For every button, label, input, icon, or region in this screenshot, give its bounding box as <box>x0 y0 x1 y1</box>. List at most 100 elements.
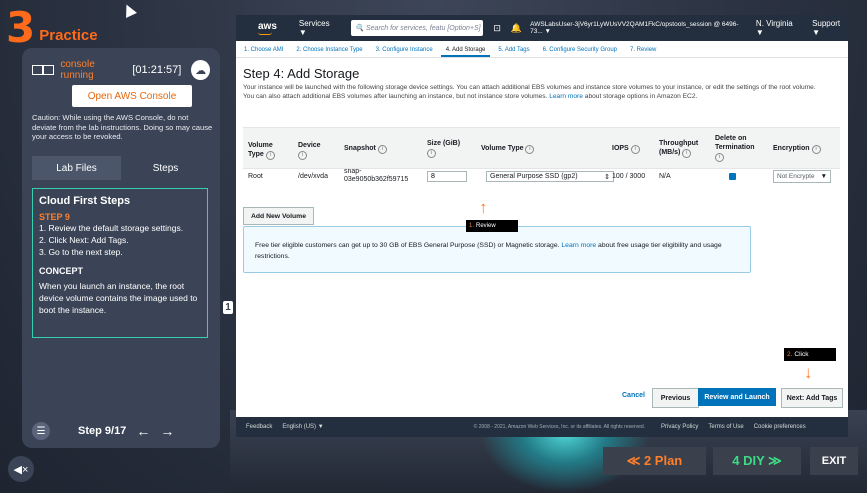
service-search-input[interactable]: 🔍 Search for services, featu [Option+S] <box>351 20 484 36</box>
feedback-link[interactable]: Feedback <box>246 424 272 430</box>
wizard-step-7[interactable]: 7. Review <box>625 47 661 57</box>
exit-button[interactable]: EXIT <box>810 447 858 475</box>
info-icon[interactable]: i <box>630 145 640 154</box>
info-icon[interactable]: i <box>377 145 387 154</box>
account-menu[interactable]: AWSLabsUser-3jV6yr1LyWUsVV2QAM1FkC/opsto… <box>530 21 746 35</box>
col-label: Device <box>298 142 321 149</box>
col-label: Size (GiB) <box>427 140 461 147</box>
callout-text: Review <box>476 223 496 229</box>
table-row: Root /dev/xvda snap-03e9050b362f59715 Ge… <box>243 168 840 194</box>
col-vol-type: Volume Type i <box>481 144 535 154</box>
col-size: Size (GiB) i <box>427 139 461 158</box>
volume-type-value: General Purpose SSD (gp2) <box>490 173 578 180</box>
encryption-value: Not Encrypte <box>777 173 815 180</box>
info-icon[interactable]: i <box>298 151 307 160</box>
wizard-step-3[interactable]: 3. Configure Instance <box>371 47 438 57</box>
next-step-arrow-icon[interactable]: → <box>160 423 174 439</box>
col-throughput: Throughput (MB/s) i <box>659 139 701 158</box>
previous-step-arrow-icon[interactable]: ← <box>136 423 150 439</box>
cancel-button[interactable]: Cancel <box>622 392 645 399</box>
add-new-volume-button[interactable]: Add New Volume <box>243 207 314 225</box>
info-icon[interactable]: i <box>715 153 724 162</box>
console-status-row: console running [01:21:57] ☁ <box>32 58 210 82</box>
encryption-select[interactable]: Not Encrypte ▼ <box>773 170 831 183</box>
cloud-icon[interactable]: ☁ <box>191 60 210 80</box>
aws-footer: Feedback English (US) ▼ © 2008 - 2021, A… <box>236 417 848 437</box>
callout-text: Click <box>794 351 809 358</box>
col-iops: IOPS i <box>612 144 640 154</box>
open-aws-console-button[interactable]: Open AWS Console <box>72 85 192 107</box>
mute-icon[interactable]: ◀× <box>8 456 34 482</box>
wizard-step-1[interactable]: 1. Choose AMI <box>239 47 288 57</box>
info-icon[interactable]: i <box>525 145 535 154</box>
learn-more-link[interactable]: Learn more <box>549 93 583 100</box>
services-menu[interactable]: Services ▼ <box>299 19 337 37</box>
previous-button[interactable]: Previous <box>652 388 699 408</box>
col-encryption: Encryption i <box>773 144 821 154</box>
up-arrow-icon: ↑ <box>479 198 488 217</box>
aws-logo[interactable]: aws <box>258 21 277 35</box>
wizard-buttons: Cancel Previous Review and Launch Next: … <box>236 388 848 408</box>
notifications-bell-icon[interactable]: 🔔 <box>511 23 522 34</box>
info-icon[interactable]: i <box>811 145 821 154</box>
cell-volume-type: Root <box>248 173 263 180</box>
description-text: Your instance will be launched with the … <box>243 84 816 100</box>
callout-number: 1. <box>469 223 475 229</box>
storage-description: Your instance will be launched with the … <box>243 83 823 101</box>
select-arrow-icon: ⇕ <box>604 173 610 181</box>
cookie-preferences-link[interactable]: Cookie preferences <box>754 424 806 430</box>
privacy-policy-link[interactable]: Privacy Policy <box>661 424 698 430</box>
wizard-step-6[interactable]: 6. Configure Security Group <box>538 47 622 57</box>
region-menu[interactable]: N. Virginia ▼ <box>756 19 800 37</box>
col-label: Encryption <box>773 145 810 152</box>
info-icon[interactable]: i <box>427 149 436 158</box>
support-menu[interactable]: Support ▼ <box>812 19 848 37</box>
cell-device: /dev/xvda <box>298 173 328 180</box>
review-and-launch-button[interactable]: Review and Launch <box>698 388 776 406</box>
wizard-step-5[interactable]: 5. Add Tags <box>493 47 534 57</box>
plan-button[interactable]: ≪ 2 Plan <box>603 447 706 475</box>
wizard-step-2[interactable]: 2. Choose Instance Type <box>291 47 367 57</box>
col-label: IOPS <box>612 145 629 152</box>
concept-text: When you launch an instance, the root de… <box>39 281 198 315</box>
search-placeholder: Search for services, featu [Option+S] <box>366 24 481 32</box>
terms-of-use-link[interactable]: Terms of Use <box>708 424 743 430</box>
description-tail: about storage options in Amazon EC2. <box>584 93 698 100</box>
cell-iops: 100 / 3000 <box>612 173 646 180</box>
volume-type-select[interactable]: General Purpose SSD (gp2) ⇕ <box>486 171 614 182</box>
brand-label: Practice <box>39 26 98 44</box>
col-label: Delete on Termination <box>715 135 755 151</box>
session-timer: [01:21:57] <box>132 64 182 76</box>
step-count: Step 9/17 <box>78 425 127 437</box>
info-icon[interactable]: i <box>265 151 275 160</box>
tab-steps[interactable]: Steps <box>121 156 210 180</box>
col-snapshot: Snapshot i <box>344 144 387 154</box>
diy-button[interactable]: 4 DIY ≫ <box>713 447 801 475</box>
info-icon[interactable]: i <box>682 149 692 158</box>
console-link-icon <box>32 64 56 76</box>
step-label: STEP 9 <box>39 212 70 222</box>
size-input[interactable] <box>427 171 467 182</box>
brand-number: 3 <box>6 3 36 52</box>
col-delete: Delete on Termination i <box>715 134 759 162</box>
col-volume-type: Volume Type i <box>248 141 288 160</box>
click-callout: 2. Click <box>784 348 836 361</box>
wizard-steps: 1. Choose AMI 2. Choose Instance Type 3.… <box>236 41 848 58</box>
delete-on-termination-checkbox[interactable] <box>729 173 736 180</box>
steps-box: Cloud First Steps STEP 9 1. Review the d… <box>32 188 208 338</box>
caution-text: Caution: While using the AWS Console, do… <box>32 113 213 141</box>
language-menu[interactable]: English (US) ▼ <box>282 424 323 430</box>
menu-icon[interactable]: ☰ <box>32 422 50 440</box>
step-line: 3. Go to the next step. <box>39 247 123 257</box>
free-tier-learn-more-link[interactable]: Learn more <box>561 242 596 249</box>
cell-throughput: N/A <box>659 173 671 180</box>
tab-lab-files[interactable]: Lab Files <box>32 156 121 180</box>
free-tier-info-box: Free tier eligible customers can get up … <box>243 226 751 273</box>
wizard-step-4[interactable]: 4. Add Storage <box>440 47 491 57</box>
review-callout: 1. Review <box>466 220 518 232</box>
cloudshell-icon[interactable]: ⊡ <box>493 23 501 34</box>
down-arrow-icon: ↓ <box>804 363 813 382</box>
callout-number: 2. <box>787 351 793 358</box>
next-add-tags-button[interactable]: Next: Add Tags <box>781 388 843 408</box>
panel-tabs: Lab Files Steps <box>32 156 210 180</box>
